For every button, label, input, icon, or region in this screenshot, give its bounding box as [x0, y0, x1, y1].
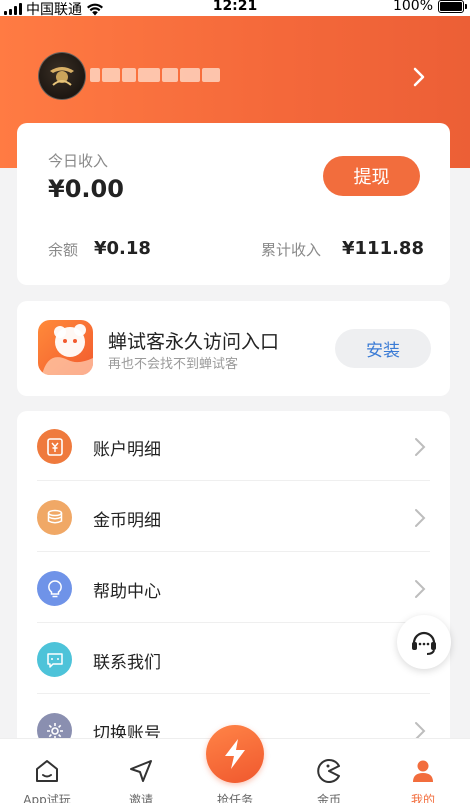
- tab-app-trial[interactable]: App试玩: [0, 739, 94, 803]
- user-icon: [413, 760, 433, 782]
- coin-icon: [317, 759, 340, 783]
- today-income-label: 今日收入: [48, 152, 109, 170]
- coin-stack-icon: [37, 500, 72, 535]
- battery-icon: [438, 0, 467, 13]
- chevron-right-icon: [415, 580, 426, 598]
- headset-icon: [412, 631, 436, 655]
- send-icon: [130, 760, 152, 782]
- withdraw-button[interactable]: 提现: [323, 156, 420, 196]
- my-page-screen: 中国联通 12:21 100% 今日收入 ¥0.00 提现 余额 ¥0.18 累…: [0, 0, 470, 803]
- menu-item-label: 联系我们: [93, 653, 161, 673]
- profile-chevron-icon[interactable]: [410, 66, 428, 88]
- avatar-logo-icon: [50, 67, 74, 86]
- chevron-right-icon: [415, 438, 426, 456]
- menu-item-label: 账户明细: [93, 440, 161, 460]
- divider: [37, 693, 430, 694]
- battery-percent: 100%: [392, 0, 433, 14]
- divider: [37, 622, 430, 623]
- home-icon: [36, 760, 58, 782]
- income-card: 今日收入 ¥0.00 提现 余额 ¥0.18 累计收入 ¥111.88: [17, 123, 450, 285]
- today-income-amount: ¥0.00: [48, 175, 124, 203]
- tab-mine[interactable]: 我的: [376, 739, 470, 803]
- yuan-wallet-icon: [37, 429, 72, 464]
- tab-label: 抢任务: [216, 793, 253, 803]
- avatar[interactable]: [38, 52, 86, 100]
- tab-label: 邀请: [128, 793, 153, 803]
- chat-bubble-icon: [37, 642, 72, 677]
- menu-item-account-detail[interactable]: 账户明细: [17, 411, 450, 481]
- balance-value: ¥0.18: [94, 238, 151, 259]
- tab-label: 金币: [316, 793, 341, 803]
- grab-task-button[interactable]: [206, 725, 264, 783]
- menu-item-contact-us[interactable]: 联系我们: [17, 624, 450, 694]
- install-card: 蝉试客永久访问入口 再也不会找不到蝉试客 安装: [17, 301, 450, 396]
- status-bar: 中国联通 12:21 100%: [0, 0, 470, 18]
- install-subtitle: 再也不会找不到蝉试客: [108, 357, 239, 372]
- menu-item-label: 帮助中心: [93, 582, 161, 602]
- tab-invite[interactable]: 邀请: [94, 739, 188, 803]
- username-blurred: [90, 64, 222, 86]
- customer-service-button[interactable]: [397, 615, 451, 669]
- status-right: 100%: [392, 0, 467, 14]
- app-logo-icon: [38, 320, 93, 375]
- install-title: 蝉试客永久访问入口: [108, 331, 280, 353]
- balance-label: 余额: [48, 241, 79, 259]
- install-button[interactable]: 安装: [335, 329, 431, 368]
- total-income-value: ¥111.88: [342, 238, 424, 259]
- tab-coins[interactable]: 金币: [282, 739, 376, 803]
- tab-label: App试玩: [23, 793, 71, 803]
- menu-item-help-center[interactable]: 帮助中心: [17, 553, 450, 623]
- chevron-right-icon: [415, 509, 426, 527]
- lightbulb-icon: [37, 571, 72, 606]
- tab-label: 我的: [410, 793, 435, 803]
- lightning-icon: [225, 739, 245, 769]
- menu-item-label: 金币明细: [93, 511, 161, 531]
- divider: [37, 551, 430, 552]
- total-income-label: 累计收入: [261, 241, 322, 259]
- menu-item-coin-detail[interactable]: 金币明细: [17, 482, 450, 552]
- divider: [37, 480, 430, 481]
